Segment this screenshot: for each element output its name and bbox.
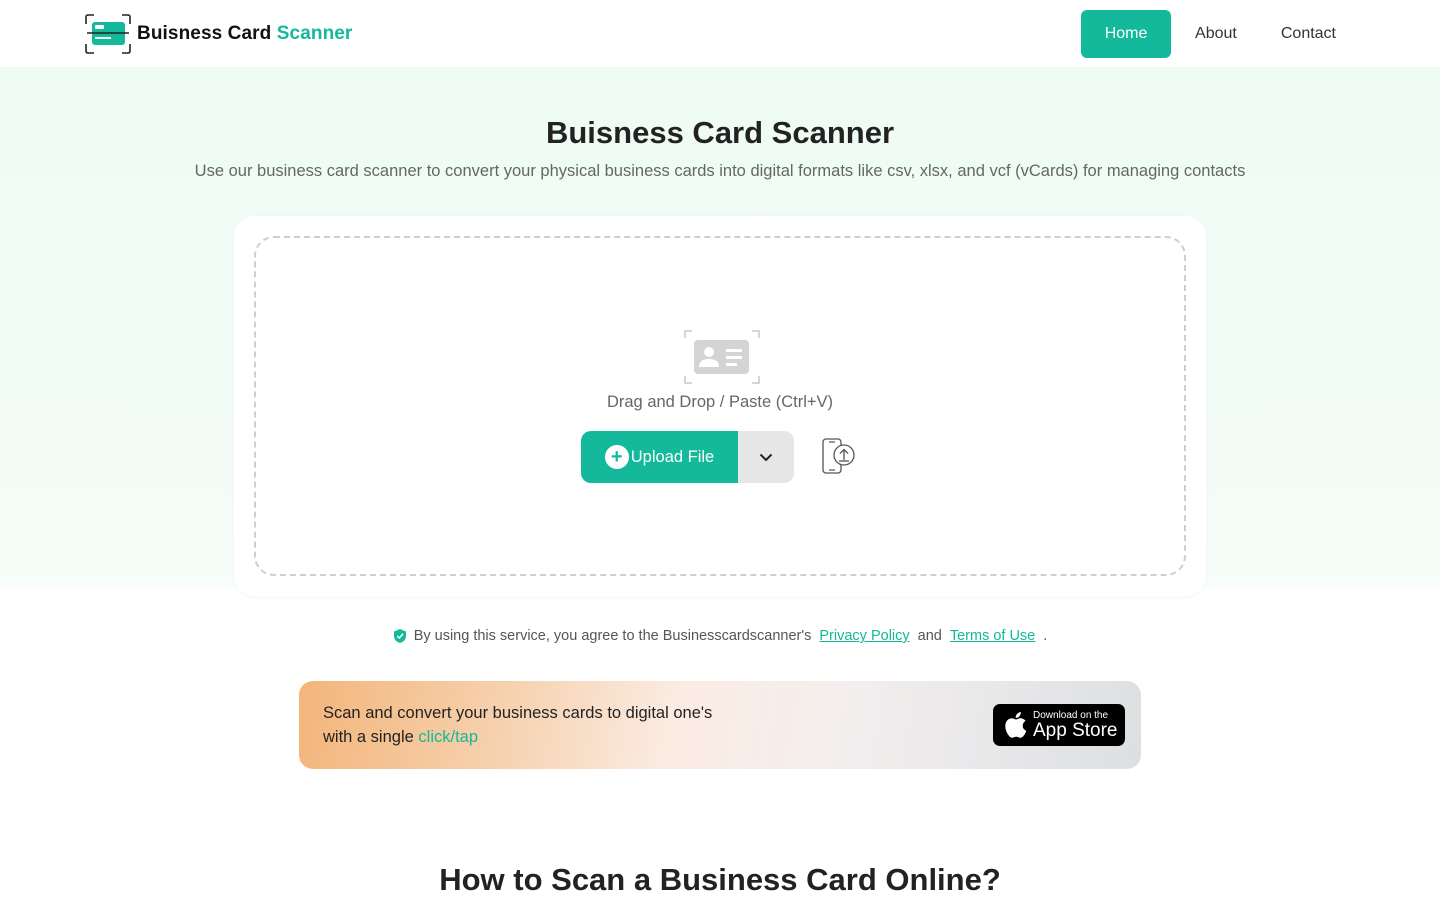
- site-header: Buisness Card Scanner Home About Contact: [0, 0, 1440, 67]
- main-nav: Home About Contact: [1077, 10, 1356, 58]
- logo-text: Buisness Card Scanner: [137, 23, 353, 44]
- upload-file-button[interactable]: + Upload File: [581, 431, 738, 483]
- app-store-text: Download on the App Store: [1033, 709, 1118, 741]
- upload-file-label: Upload File: [630, 447, 715, 466]
- agreement-period: .: [1043, 628, 1048, 644]
- drop-zone[interactable]: Drag and Drop / Paste (Ctrl+V) + Upload …: [254, 236, 1186, 576]
- upload-card: Drag and Drop / Paste (Ctrl+V) + Upload …: [234, 216, 1206, 596]
- agreement-and: and: [917, 628, 942, 644]
- upload-button-group: + Upload File: [581, 431, 794, 483]
- promo-accent: click/tap: [418, 728, 479, 746]
- terms-agreement: By using this service, you agree to the …: [0, 628, 1440, 644]
- how-to-heading: How to Scan a Business Card Online?: [439, 862, 1001, 897]
- privacy-policy-link[interactable]: Privacy Policy: [819, 628, 909, 644]
- apple-icon: [1005, 712, 1027, 738]
- app-promo-banner: Scan and convert your business cards to …: [299, 681, 1141, 769]
- site-logo[interactable]: Buisness Card Scanner: [84, 14, 352, 54]
- business-card-icon: [684, 330, 760, 384]
- chevron-down-icon: [759, 453, 773, 461]
- app-store-button[interactable]: Download on the App Store: [993, 704, 1125, 746]
- promo-text: Scan and convert your business cards to …: [323, 704, 713, 746]
- phone-upload-icon[interactable]: [821, 437, 859, 477]
- terms-of-use-link[interactable]: Terms of Use: [950, 628, 1035, 644]
- page-subtitle: Use our business card scanner to convert…: [194, 162, 1246, 180]
- nav-contact[interactable]: Contact: [1261, 10, 1356, 58]
- page-title: Buisness Card Scanner: [545, 115, 895, 150]
- nav-about[interactable]: About: [1175, 10, 1257, 58]
- shield-check-icon: [393, 629, 406, 643]
- upload-options-dropdown[interactable]: [738, 431, 794, 483]
- nav-home[interactable]: Home: [1081, 10, 1172, 58]
- drop-instructions: Drag and Drop / Paste (Ctrl+V): [606, 393, 834, 411]
- agreement-text: By using this service, you agree to the …: [413, 628, 812, 644]
- card-scanner-logo-icon: [85, 14, 131, 54]
- plus-circle-icon: +: [604, 445, 629, 469]
